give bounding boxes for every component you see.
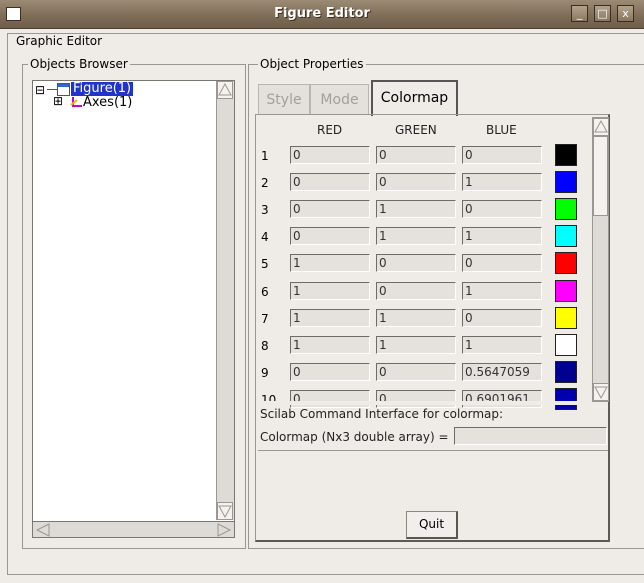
divider [258, 450, 608, 451]
objects-tree[interactable]: ⊟ Figure(1) ⊞ Axes(1) [32, 80, 235, 523]
red-value-field[interactable]: 0 [290, 200, 370, 218]
scroll-down-button[interactable] [217, 502, 233, 520]
blue-value-field[interactable]: 1 [462, 173, 542, 191]
colormap-scroll-up-button[interactable] [593, 118, 609, 136]
axes-icon [70, 97, 82, 107]
color-swatch [555, 198, 577, 220]
objects-browser-label: Objects Browser [28, 57, 130, 71]
table-clip [258, 401, 592, 405]
tree-expander-figure[interactable]: ⊟ [35, 83, 45, 97]
red-value-field[interactable]: 0 [290, 146, 370, 164]
red-value-field[interactable]: 0 [290, 390, 370, 408]
row-index: 6 [261, 285, 269, 299]
green-value-field[interactable]: 0 [376, 363, 456, 381]
green-value-field[interactable]: 0 [376, 282, 456, 300]
green-value-field[interactable]: 1 [376, 227, 456, 245]
green-value-field[interactable]: 0 [376, 254, 456, 272]
green-value-field[interactable]: 1 [376, 200, 456, 218]
object-properties-label: Object Properties [258, 57, 366, 71]
tree-horizontal-scrollbar[interactable] [32, 521, 235, 538]
header-blue: BLUE [486, 123, 517, 137]
colormap-vertical-scrollbar[interactable] [592, 117, 609, 402]
tab-mode[interactable]: Mode [310, 84, 369, 114]
blue-value-field[interactable]: 0.6901961 [462, 390, 542, 408]
colormap-input[interactable] [454, 427, 607, 445]
red-value-field[interactable]: 1 [290, 336, 370, 354]
green-value-field[interactable]: 0 [376, 173, 456, 191]
command-interface-label: Scilab Command Interface for colormap: [260, 407, 504, 421]
green-value-field[interactable]: 1 [376, 336, 456, 354]
title-bar[interactable]: Figure Editor _ □ x [0, 0, 644, 29]
row-index: 7 [261, 312, 269, 326]
blue-value-field[interactable]: 0 [462, 254, 542, 272]
maximize-button[interactable]: □ [594, 5, 611, 22]
window-title: Figure Editor [274, 6, 370, 21]
scroll-up-button[interactable] [217, 81, 233, 99]
tree-item-figure[interactable]: Figure(1) [71, 82, 134, 96]
graphic-editor-label: Graphic Editor [14, 34, 105, 48]
tab-colormap[interactable]: Colormap [371, 80, 458, 116]
blue-value-field[interactable]: 1 [462, 227, 542, 245]
scroll-right-button[interactable] [216, 523, 232, 537]
close-button[interactable]: x [617, 5, 634, 22]
colormap-scroll-thumb[interactable] [593, 136, 608, 216]
row-index: 3 [261, 203, 269, 217]
color-swatch [555, 280, 577, 302]
red-value-field[interactable]: 1 [290, 282, 370, 300]
color-swatch [555, 307, 577, 329]
colormap-input-label: Colormap (Nx3 double array) = [260, 430, 449, 444]
quit-button[interactable]: Quit [406, 511, 458, 539]
blue-value-field[interactable]: 0 [462, 146, 542, 164]
row-index: 9 [261, 366, 269, 380]
row-index: 5 [261, 257, 269, 271]
green-value-field[interactable]: 1 [376, 309, 456, 327]
tree-vertical-scrollbar[interactable] [216, 81, 234, 520]
tree-item-axes[interactable]: Axes(1) [83, 96, 132, 110]
tab-style[interactable]: Style [258, 84, 310, 114]
blue-value-field[interactable]: 0 [462, 309, 542, 327]
row-index: 1 [261, 149, 269, 163]
row-index: 8 [261, 339, 269, 353]
scroll-left-button[interactable] [35, 523, 51, 537]
blue-value-field[interactable]: 1 [462, 282, 542, 300]
colormap-scroll-down-button[interactable] [593, 383, 609, 401]
red-value-field[interactable]: 1 [290, 309, 370, 327]
blue-value-field[interactable]: 0 [462, 200, 542, 218]
header-red: RED [317, 123, 343, 137]
color-swatch [555, 334, 577, 356]
tree-expander-axes[interactable]: ⊞ [53, 94, 63, 108]
blue-value-field[interactable]: 1 [462, 336, 542, 354]
minimize-button[interactable]: _ [571, 5, 588, 22]
red-value-field[interactable]: 0 [290, 363, 370, 381]
red-value-field[interactable]: 1 [290, 254, 370, 272]
color-swatch [555, 388, 577, 410]
color-swatch [555, 361, 577, 383]
color-swatch [555, 225, 577, 247]
color-swatch [555, 171, 577, 193]
row-index: 4 [261, 230, 269, 244]
blue-value-field[interactable]: 0.5647059 [462, 363, 542, 381]
header-green: GREEN [395, 123, 437, 137]
green-value-field[interactable]: 0 [376, 390, 456, 408]
red-value-field[interactable]: 0 [290, 173, 370, 191]
green-value-field[interactable]: 0 [376, 146, 456, 164]
color-swatch [555, 144, 577, 166]
red-value-field[interactable]: 0 [290, 227, 370, 245]
color-swatch [555, 252, 577, 274]
row-index: 2 [261, 176, 269, 190]
tree-line [47, 89, 57, 90]
